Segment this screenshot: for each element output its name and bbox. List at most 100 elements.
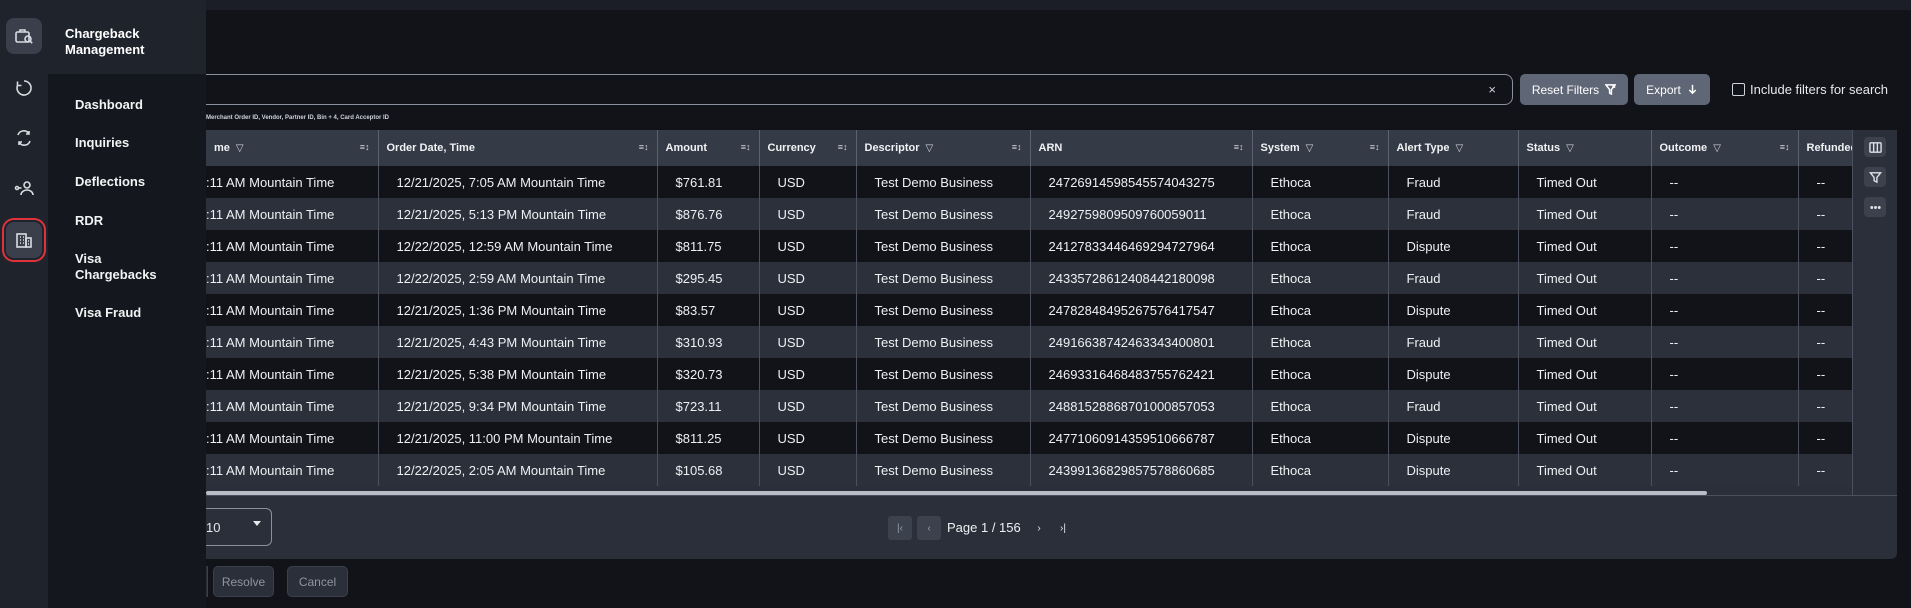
clear-search-icon[interactable]: × <box>1488 82 1496 97</box>
column-header[interactable]: Order Date, Time ≡↕ <box>378 130 658 166</box>
menu-item-inquiries[interactable]: Inquiries <box>75 135 195 151</box>
column-header[interactable]: Status ▽ <box>1518 130 1652 166</box>
table-row[interactable]: :11 AM Mountain Time 12/21/2025, 1:36 PM … <box>206 294 1852 326</box>
table-row[interactable]: :11 AM Mountain Time 12/21/2025, 5:38 PM … <box>206 358 1852 390</box>
table-cell: :11 AM Mountain Time <box>206 358 379 390</box>
table-cell: 24693316468483755762421 <box>1030 358 1253 390</box>
column-filter-icon[interactable]: ▽ <box>1566 143 1574 154</box>
sort-icon[interactable]: ≡↕ <box>741 142 751 152</box>
table-row[interactable]: :11 AM Mountain Time 12/21/2025, 5:13 PM … <box>206 198 1852 230</box>
menu-item-dashboard[interactable]: Dashboard <box>75 97 195 113</box>
column-filter-icon[interactable]: ▽ <box>1713 143 1721 154</box>
hidden-action-button[interactable] <box>206 566 208 597</box>
table-row[interactable]: :11 AM Mountain Time 12/21/2025, 4:43 PM … <box>206 326 1852 358</box>
table-cell: :11 AM Mountain Time <box>206 294 379 326</box>
column-header[interactable]: me ▽ ≡↕ <box>206 130 379 166</box>
exchange-icon[interactable] <box>6 120 42 156</box>
table-cell: 24782848495267576417547 <box>1030 294 1253 326</box>
include-filters-label: Include filters for search <box>1750 82 1889 97</box>
table-cell: Ethoca <box>1252 358 1389 390</box>
sort-icon[interactable]: ≡↕ <box>1780 142 1790 152</box>
user-link-icon[interactable] <box>6 170 42 206</box>
reset-filters-button[interactable]: Reset Filters <box>1520 74 1628 105</box>
flyout-title-line1: Chargeback <box>65 26 140 41</box>
table-cell: 12/21/2025, 4:43 PM Mountain Time <box>378 326 658 358</box>
sort-icon[interactable]: ≡↕ <box>639 142 649 152</box>
include-filters-option: Include filters for search <box>1732 82 1888 97</box>
table-row[interactable]: :11 AM Mountain Time 12/22/2025, 2:59 AM … <box>206 262 1852 294</box>
more-icon[interactable] <box>1864 197 1886 217</box>
briefcase-search-icon[interactable] <box>6 18 42 54</box>
sort-icon[interactable]: ≡↕ <box>360 142 370 152</box>
table-cell: Timed Out <box>1518 230 1652 262</box>
table-cell: $83.57 <box>657 294 760 326</box>
columns-icon[interactable] <box>1864 137 1886 157</box>
column-header[interactable]: Descriptor ▽ ≡↕ <box>856 130 1031 166</box>
table-cell: $761.81 <box>657 166 760 198</box>
column-header[interactable]: Refunded <box>1798 130 1852 166</box>
table-cell: USD <box>759 262 857 294</box>
filter-clear-icon <box>1605 84 1617 95</box>
column-header[interactable]: Alert Type ▽ <box>1388 130 1519 166</box>
building-icon[interactable] <box>2 218 46 262</box>
column-filter-icon[interactable]: ▽ <box>1455 143 1463 154</box>
table-cell: -- <box>1798 166 1852 198</box>
filter-icon[interactable] <box>1864 167 1886 187</box>
table-cell: -- <box>1798 262 1852 294</box>
column-header-label: System <box>1260 142 1300 154</box>
sort-icon[interactable]: ≡↕ <box>1370 142 1380 152</box>
table-cell: Test Demo Business <box>856 166 1031 198</box>
column-header-label: Amount <box>665 142 708 154</box>
table-cell: Ethoca <box>1252 294 1389 326</box>
export-button[interactable]: Export <box>1634 74 1710 105</box>
column-header[interactable]: Currency ≡↕ <box>759 130 857 166</box>
search-input[interactable]: × <box>206 74 1513 105</box>
table-cell: $811.25 <box>657 422 760 454</box>
table-cell: 12/22/2025, 2:05 AM Mountain Time <box>378 454 658 486</box>
cancel-button[interactable]: Cancel <box>287 566 348 597</box>
table-cell: Ethoca <box>1252 166 1389 198</box>
column-filter-icon[interactable]: ▽ <box>236 143 244 154</box>
table-cell: Timed Out <box>1518 358 1652 390</box>
column-filter-icon[interactable]: ▽ <box>926 143 934 154</box>
column-header[interactable]: System ▽ ≡↕ <box>1252 130 1389 166</box>
table-row[interactable]: :11 AM Mountain Time 12/22/2025, 2:05 AM … <box>206 454 1852 486</box>
last-page-icon[interactable]: ›| <box>1051 516 1075 540</box>
first-page-icon[interactable]: |‹ <box>888 516 912 540</box>
table-cell: :11 AM Mountain Time <box>206 198 379 230</box>
table-cell: Ethoca <box>1252 422 1389 454</box>
table-cell: 12/21/2025, 9:34 PM Mountain Time <box>378 390 658 422</box>
include-filters-checkbox[interactable] <box>1732 83 1745 96</box>
table-row[interactable]: :11 AM Mountain Time 12/21/2025, 9:34 PM … <box>206 390 1852 422</box>
table-row[interactable]: :11 AM Mountain Time 12/21/2025, 11:00 PM… <box>206 422 1852 454</box>
table-cell: Test Demo Business <box>856 262 1031 294</box>
sort-icon[interactable]: ≡↕ <box>1012 142 1022 152</box>
table-scroll-area[interactable]: me ▽ ≡↕ Order Date, Time ≡↕ Amount ≡↕ Currency ≡… <box>206 130 1852 495</box>
main-content: × Merchant Order ID, Vendor, Partner ID,… <box>206 0 1911 608</box>
table-panel: me ▽ ≡↕ Order Date, Time ≡↕ Amount ≡↕ Currency ≡… <box>206 130 1897 559</box>
table-row[interactable]: :11 AM Mountain Time 12/21/2025, 7:05 AM … <box>206 166 1852 198</box>
menu-item-visa-fraud[interactable]: Visa Fraud <box>75 305 195 321</box>
refresh-circle-icon[interactable] <box>6 70 42 106</box>
table-cell: USD <box>759 390 857 422</box>
table-row[interactable]: :11 AM Mountain Time 12/22/2025, 12:59 AM… <box>206 230 1852 262</box>
column-header[interactable]: Amount ≡↕ <box>657 130 760 166</box>
table-cell: $105.68 <box>657 454 760 486</box>
column-filter-icon[interactable]: ▽ <box>1306 143 1314 154</box>
sort-icon[interactable]: ≡↕ <box>1234 142 1244 152</box>
table-cell: -- <box>1651 326 1799 358</box>
column-header[interactable]: ARN ≡↕ <box>1030 130 1253 166</box>
next-page-icon[interactable]: › <box>1027 516 1051 540</box>
column-header[interactable]: Outcome ▽ ≡↕ <box>1651 130 1799 166</box>
table-cell: $295.45 <box>657 262 760 294</box>
sort-icon[interactable]: ≡↕ <box>838 142 848 152</box>
table-cell: 12/21/2025, 11:00 PM Mountain Time <box>378 422 658 454</box>
table-cell: Timed Out <box>1518 326 1652 358</box>
resolve-button[interactable]: Resolve <box>213 566 274 597</box>
menu-item-visa-chargebacks[interactable]: Visa Chargebacks <box>75 251 165 283</box>
menu-item-rdr[interactable]: RDR <box>75 213 195 229</box>
previous-page-icon[interactable]: ‹ <box>917 516 941 540</box>
page-size-select[interactable]: 10 <box>206 508 272 546</box>
menu-item-deflections[interactable]: Deflections <box>75 174 195 190</box>
table-cell: Fraud <box>1388 262 1519 294</box>
